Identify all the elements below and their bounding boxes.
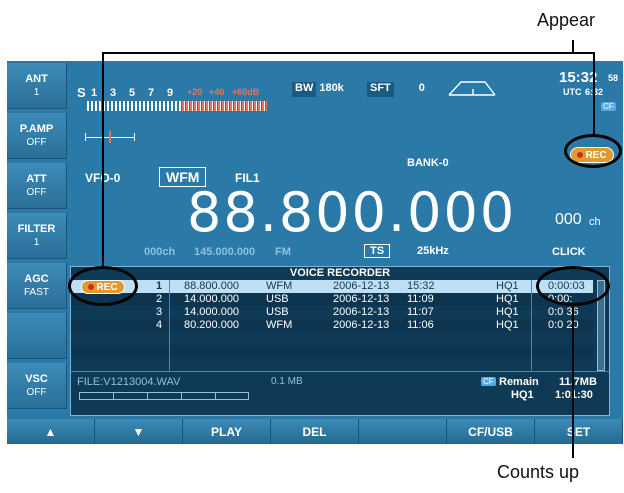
file-name: FILE:V1213004.WAV (77, 376, 181, 388)
receiver-screen: ANT 1 P.AMP OFF ATT OFF FILTER 1 AGC FAST VSC… (7, 61, 623, 444)
callout-counts-up: Counts up (497, 462, 580, 482)
bank-label: BANK-0 (407, 157, 449, 169)
blank-button[interactable] (7, 313, 67, 359)
vfo-label: VFO-0 (85, 171, 121, 185)
blank-bottom-button[interactable] (359, 419, 447, 444)
file-progress-bar (79, 392, 249, 400)
recorder-footer-divider (71, 371, 609, 372)
up-button[interactable]: ▲ (7, 419, 95, 444)
ts-value: 25kHz (417, 245, 449, 257)
s-meter-bar-red (182, 101, 267, 111)
table-row-empty (71, 332, 593, 345)
remain-size: 11.7MB (559, 376, 597, 388)
s-tick-plus20: +20 (187, 87, 203, 97)
table-row-empty (71, 358, 593, 371)
file-size: 0.1 MB (271, 376, 303, 387)
channel-unit: ch (589, 216, 601, 228)
column-divider (169, 280, 170, 371)
s-meter: S 1 3 5 7 9 +20 +40 +60dB (77, 79, 272, 119)
passband-icon (448, 81, 496, 96)
att-button[interactable]: ATT OFF (7, 163, 67, 209)
agc-button[interactable]: AGC FAST (7, 263, 67, 309)
s-tick-1: 1 (91, 87, 98, 99)
voice-recorder-panel: VOICE RECORDER 1 88.800.000 WFM 2006-12-… (70, 266, 610, 416)
s-tick-plus60: +60dB (232, 87, 260, 97)
frequency-display: 88.800.000 (187, 181, 517, 244)
s-tick-9: 9 (167, 87, 174, 99)
remain-label: Remain (499, 376, 539, 388)
table-row-empty (71, 345, 593, 358)
column-divider (531, 280, 532, 371)
s-tick-7: 7 (148, 87, 155, 99)
preamp-button[interactable]: P.AMP OFF (7, 113, 67, 159)
sub-channel: 000ch (144, 246, 176, 258)
vsc-button[interactable]: VSC OFF (7, 363, 67, 409)
ant-button[interactable]: ANT 1 (7, 63, 67, 109)
clock: 15:32 58 UTC 6:32 CF (559, 69, 619, 111)
down-button[interactable]: ▼ (95, 419, 183, 444)
del-button[interactable]: DEL (271, 419, 359, 444)
recorder-title: VOICE RECORDER (289, 267, 391, 279)
cf-badge-top: CF (601, 102, 616, 111)
filter-button[interactable]: FILTER 1 (7, 213, 67, 259)
cf-usb-button[interactable]: CF/USB (447, 419, 535, 444)
remain-quality: HQ1 (511, 389, 534, 401)
s-meter-label: S (77, 85, 86, 100)
play-button[interactable]: PLAY (183, 419, 271, 444)
s-tick-plus40: +40 (209, 87, 225, 97)
remain-time: 1:01:30 (555, 389, 593, 401)
cf-badge: CF (481, 377, 496, 386)
ts-label: TS (364, 244, 391, 258)
set-button[interactable]: SET (535, 419, 623, 444)
s-tick-3: 3 (110, 87, 117, 99)
click-label: CLICK (552, 246, 586, 258)
tuning-indicator (85, 129, 135, 145)
s-tick-5: 5 (129, 87, 136, 99)
annotation-oval-counter (536, 266, 610, 306)
sft-indicator: SFT 0 (367, 82, 425, 97)
figure: Appear Counts up ANT 1 P.AMP OFF ATT OFF FI… (0, 0, 624, 493)
bw-indicator: BW 180k (292, 82, 344, 97)
sub-mode: FM (275, 246, 291, 258)
sub-frequency: 145.000.000 (194, 246, 256, 258)
annotation-oval-rec-top (564, 134, 622, 168)
annotation-oval-rec-table (68, 266, 138, 306)
callout-appear: Appear (537, 10, 596, 30)
channel-number: 000 (555, 211, 582, 228)
